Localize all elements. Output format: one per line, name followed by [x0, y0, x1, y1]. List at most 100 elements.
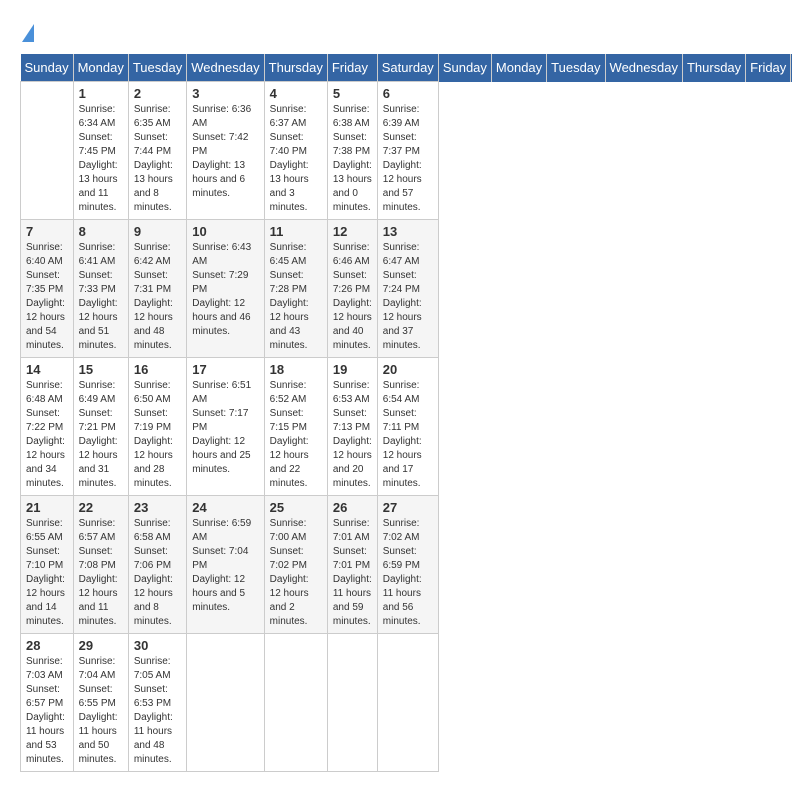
sunset: Sunset: 7:17 PM — [192, 407, 258, 435]
day-info: Sunrise: 6:51 AM Sunset: 7:17 PM Dayligh… — [192, 379, 258, 477]
sunset: Sunset: 7:11 PM — [383, 407, 433, 435]
day-number: 15 — [79, 362, 123, 377]
sunset: Sunset: 6:53 PM — [134, 683, 181, 711]
daylight: Daylight: 12 hours and 31 minutes. — [79, 435, 123, 491]
daylight: Daylight: 12 hours and 48 minutes. — [134, 297, 181, 353]
sunset: Sunset: 7:26 PM — [333, 269, 372, 297]
sunrise: Sunrise: 6:34 AM — [79, 103, 123, 131]
calendar-cell: 6 Sunrise: 6:39 AM Sunset: 7:37 PM Dayli… — [377, 82, 438, 220]
day-info: Sunrise: 6:40 AM Sunset: 7:35 PM Dayligh… — [26, 241, 68, 353]
sunset: Sunset: 6:59 PM — [383, 545, 433, 573]
sunset: Sunset: 7:44 PM — [134, 131, 181, 159]
sunset: Sunset: 7:22 PM — [26, 407, 68, 435]
daylight: Daylight: 12 hours and 2 minutes. — [270, 573, 322, 629]
daylight: Daylight: 12 hours and 25 minutes. — [192, 435, 258, 477]
calendar-cell: 20 Sunrise: 6:54 AM Sunset: 7:11 PM Dayl… — [377, 358, 438, 496]
weekday-header-wednesday: Wednesday — [605, 54, 682, 82]
day-info: Sunrise: 6:38 AM Sunset: 7:38 PM Dayligh… — [333, 103, 372, 215]
day-info: Sunrise: 6:58 AM Sunset: 7:06 PM Dayligh… — [134, 517, 181, 629]
daylight: Daylight: 12 hours and 57 minutes. — [383, 159, 433, 215]
daylight: Daylight: 12 hours and 54 minutes. — [26, 297, 68, 353]
weekday-header-friday: Friday — [746, 54, 791, 82]
sunset: Sunset: 6:57 PM — [26, 683, 68, 711]
calendar-cell: 1 Sunrise: 6:34 AM Sunset: 7:45 PM Dayli… — [73, 82, 128, 220]
calendar-cell: 3 Sunrise: 6:36 AM Sunset: 7:42 PM Dayli… — [187, 82, 264, 220]
calendar-cell: 22 Sunrise: 6:57 AM Sunset: 7:08 PM Dayl… — [73, 496, 128, 634]
day-info: Sunrise: 6:55 AM Sunset: 7:10 PM Dayligh… — [26, 517, 68, 629]
daylight: Daylight: 12 hours and 8 minutes. — [134, 573, 181, 629]
weekday-header-monday: Monday — [491, 54, 546, 82]
day-info: Sunrise: 7:00 AM Sunset: 7:02 PM Dayligh… — [270, 517, 322, 629]
sunrise: Sunrise: 6:58 AM — [134, 517, 181, 545]
sunrise: Sunrise: 6:43 AM — [192, 241, 258, 269]
day-info: Sunrise: 6:39 AM Sunset: 7:37 PM Dayligh… — [383, 103, 433, 215]
weekday-header-wednesday: Wednesday — [187, 54, 264, 82]
page-header — [20, 20, 772, 44]
weekday-header-monday: Monday — [73, 54, 128, 82]
day-info: Sunrise: 6:35 AM Sunset: 7:44 PM Dayligh… — [134, 103, 181, 215]
sunset: Sunset: 7:37 PM — [383, 131, 433, 159]
calendar-cell: 24 Sunrise: 6:59 AM Sunset: 7:04 PM Dayl… — [187, 496, 264, 634]
calendar-cell: 15 Sunrise: 6:49 AM Sunset: 7:21 PM Dayl… — [73, 358, 128, 496]
sunset: Sunset: 7:28 PM — [270, 269, 322, 297]
calendar-week-row: 28 Sunrise: 7:03 AM Sunset: 6:57 PM Dayl… — [21, 634, 792, 772]
calendar-cell — [377, 634, 438, 772]
day-number: 24 — [192, 500, 258, 515]
weekday-header-tuesday: Tuesday — [547, 54, 605, 82]
sunrise: Sunrise: 7:04 AM — [79, 655, 123, 683]
daylight: Daylight: 12 hours and 14 minutes. — [26, 573, 68, 629]
sunset: Sunset: 7:10 PM — [26, 545, 68, 573]
calendar-cell: 10 Sunrise: 6:43 AM Sunset: 7:29 PM Dayl… — [187, 220, 264, 358]
sunset: Sunset: 7:02 PM — [270, 545, 322, 573]
sunset: Sunset: 7:42 PM — [192, 131, 258, 159]
calendar-cell: 29 Sunrise: 7:04 AM Sunset: 6:55 PM Dayl… — [73, 634, 128, 772]
calendar-week-row: 7 Sunrise: 6:40 AM Sunset: 7:35 PM Dayli… — [21, 220, 792, 358]
day-number: 9 — [134, 224, 181, 239]
sunset: Sunset: 7:33 PM — [79, 269, 123, 297]
daylight: Daylight: 12 hours and 11 minutes. — [79, 573, 123, 629]
calendar-header-row: SundayMondayTuesdayWednesdayThursdayFrid… — [21, 54, 792, 82]
day-info: Sunrise: 7:01 AM Sunset: 7:01 PM Dayligh… — [333, 517, 372, 629]
day-number: 13 — [383, 224, 433, 239]
day-number: 7 — [26, 224, 68, 239]
day-number: 3 — [192, 86, 258, 101]
daylight: Daylight: 12 hours and 37 minutes. — [383, 297, 433, 353]
calendar-cell: 2 Sunrise: 6:35 AM Sunset: 7:44 PM Dayli… — [128, 82, 186, 220]
calendar-cell: 25 Sunrise: 7:00 AM Sunset: 7:02 PM Dayl… — [264, 496, 327, 634]
calendar-cell: 9 Sunrise: 6:42 AM Sunset: 7:31 PM Dayli… — [128, 220, 186, 358]
daylight: Daylight: 13 hours and 11 minutes. — [79, 159, 123, 215]
calendar-cell: 28 Sunrise: 7:03 AM Sunset: 6:57 PM Dayl… — [21, 634, 74, 772]
day-number: 26 — [333, 500, 372, 515]
calendar-cell: 12 Sunrise: 6:46 AM Sunset: 7:26 PM Dayl… — [327, 220, 377, 358]
day-info: Sunrise: 6:42 AM Sunset: 7:31 PM Dayligh… — [134, 241, 181, 353]
daylight: Daylight: 12 hours and 43 minutes. — [270, 297, 322, 353]
day-number: 25 — [270, 500, 322, 515]
calendar-cell: 5 Sunrise: 6:38 AM Sunset: 7:38 PM Dayli… — [327, 82, 377, 220]
day-number: 30 — [134, 638, 181, 653]
day-info: Sunrise: 6:45 AM Sunset: 7:28 PM Dayligh… — [270, 241, 322, 353]
day-number: 10 — [192, 224, 258, 239]
day-number: 22 — [79, 500, 123, 515]
weekday-header-saturday: Saturday — [377, 54, 438, 82]
daylight: Daylight: 13 hours and 3 minutes. — [270, 159, 322, 215]
daylight: Daylight: 11 hours and 53 minutes. — [26, 711, 68, 767]
day-number: 1 — [79, 86, 123, 101]
daylight: Daylight: 12 hours and 46 minutes. — [192, 297, 258, 339]
day-info: Sunrise: 6:36 AM Sunset: 7:42 PM Dayligh… — [192, 103, 258, 201]
sunrise: Sunrise: 6:48 AM — [26, 379, 68, 407]
sunset: Sunset: 7:31 PM — [134, 269, 181, 297]
sunrise: Sunrise: 6:49 AM — [79, 379, 123, 407]
sunset: Sunset: 7:35 PM — [26, 269, 68, 297]
sunrise: Sunrise: 6:57 AM — [79, 517, 123, 545]
day-number: 6 — [383, 86, 433, 101]
day-info: Sunrise: 7:02 AM Sunset: 6:59 PM Dayligh… — [383, 517, 433, 629]
daylight: Daylight: 13 hours and 8 minutes. — [134, 159, 181, 215]
day-number: 18 — [270, 362, 322, 377]
day-info: Sunrise: 7:05 AM Sunset: 6:53 PM Dayligh… — [134, 655, 181, 767]
logo-text — [20, 20, 34, 44]
day-number: 16 — [134, 362, 181, 377]
day-info: Sunrise: 6:59 AM Sunset: 7:04 PM Dayligh… — [192, 517, 258, 615]
sunrise: Sunrise: 6:41 AM — [79, 241, 123, 269]
sunrise: Sunrise: 7:00 AM — [270, 517, 322, 545]
weekday-header-sunday: Sunday — [21, 54, 74, 82]
